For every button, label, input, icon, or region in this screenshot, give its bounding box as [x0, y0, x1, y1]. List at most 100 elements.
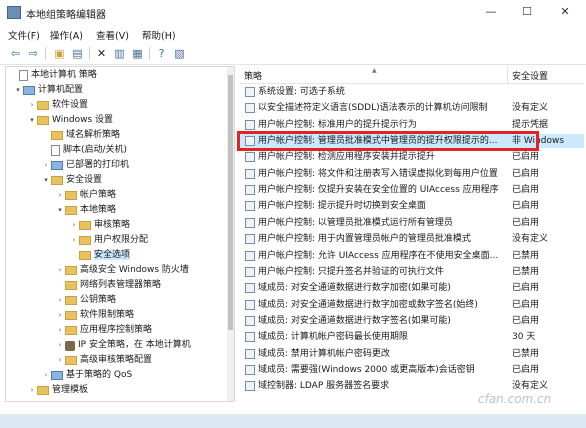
tree-item-windows-settings[interactable]: ▾ Windows 设置 [27, 114, 113, 127]
policy-row[interactable]: 域成员: 需要强(Windows 2000 或更高版本)会话密钥 已启用 [240, 363, 584, 377]
tree-item-qos[interactable]: › 基于策略的 QoS [41, 369, 132, 382]
menu-action[interactable]: 操作(A) [50, 28, 83, 42]
tree-item-computer-config[interactable]: ▾ 计算机配置 [13, 84, 83, 97]
tree-item-deployed-printers[interactable]: › 已部署的打印机 [41, 159, 129, 172]
expand-chevron-icon[interactable]: › [69, 219, 79, 232]
show-tree-icon[interactable]: ▤ [70, 46, 85, 61]
computer-icon [23, 86, 35, 95]
minimize-button[interactable]: — [474, 0, 508, 24]
collapse-chevron-icon[interactable]: ▾ [13, 84, 23, 97]
delete-icon[interactable]: ✕ [94, 46, 109, 61]
expand-chevron-icon[interactable]: › [55, 309, 65, 322]
policy-row[interactable]: 系统设置: 可选子系统 [240, 85, 584, 99]
menu-view[interactable]: 查看(V) [96, 28, 129, 42]
policy-icon [245, 103, 255, 114]
policy-row[interactable]: 用户帐户控制: 标准用户的提升提示行为 提示凭据 [240, 118, 584, 132]
folder-icon [79, 221, 91, 230]
up-folder-icon[interactable]: ▣ [52, 46, 67, 61]
policy-icon [245, 332, 255, 343]
console-tree: 本地计算机 策略 ▾ 计算机配置 › 软件设置 ▾ Windows 设置 域名解析策略… [5, 66, 235, 402]
policy-name: 域成员: 对安全通道数据进行数字加密(如果可能) [258, 283, 451, 294]
policy-icon [245, 217, 255, 228]
policy-setting: 没有定义 [512, 234, 549, 245]
policy-icon [245, 87, 255, 97]
folder-icon [65, 191, 77, 200]
tree-item-scripts[interactable]: 脚本(启动/关机) [41, 144, 127, 157]
policy-row[interactable]: 用户帐户控制: 将文件和注册表写入错误虚拟化到每用户位置 已启用 [240, 167, 584, 181]
qos-chart-icon [51, 371, 63, 380]
policy-row[interactable]: 域成员: 禁用计算机帐户密码更改 已禁用 [240, 347, 584, 361]
forward-arrow-icon[interactable]: ⇨ [26, 46, 41, 61]
policy-row[interactable]: 用户帐户控制: 检测应用程序安装并提示提升 已启用 [240, 150, 584, 164]
policy-row[interactable]: 域成员: 计算机帐户密码最长使用期限 30 天 [240, 330, 584, 344]
policy-name: 以安全描述符定义语言(SDDL)语法表示的计算机访问限制 [258, 103, 488, 114]
tree-item-security-settings[interactable]: ▾ 安全设置 [41, 174, 102, 187]
policy-row[interactable]: 用户帐户控制: 仅提升安装在安全位置的 UIAccess 应用程序 已启用 [240, 183, 584, 197]
tree-item-app-control[interactable]: › 应用程序控制策略 [55, 324, 152, 337]
export-list-icon[interactable]: ▦ [130, 46, 145, 61]
expand-chevron-icon[interactable]: › [41, 369, 51, 382]
policy-row[interactable]: 用户帐户控制: 提示提升时切换到安全桌面 已启用 [240, 199, 584, 213]
collapse-chevron-icon[interactable]: ▾ [27, 114, 37, 127]
tree-scrollbar-thumb[interactable] [228, 75, 233, 330]
collapse-chevron-icon[interactable]: ▾ [41, 174, 51, 187]
tree-item-public-key-policies[interactable]: › 公钥策略 [55, 294, 116, 307]
column-security-setting[interactable]: 安全设置 [512, 69, 548, 82]
tree-item-local-computer-policy[interactable]: 本地计算机 策略 [9, 69, 97, 82]
policy-row[interactable]: 用户帐户控制: 只提升签名并验证的可执行文件 已禁用 [240, 265, 584, 279]
expand-chevron-icon[interactable]: › [55, 294, 65, 307]
expand-chevron-icon[interactable]: › [55, 189, 65, 202]
policy-row[interactable]: 域成员: 对安全通道数据进行数字加密(如果可能) 已启用 [240, 281, 584, 295]
properties-icon[interactable]: ▥ [112, 46, 127, 61]
tree-item-account-policies[interactable]: › 帐户策略 [55, 189, 116, 202]
menu-help[interactable]: 帮助(H) [142, 28, 176, 42]
expand-chevron-icon[interactable]: › [55, 339, 65, 352]
expand-chevron-icon[interactable]: › [27, 99, 37, 112]
expand-chevron-icon[interactable]: › [41, 159, 51, 172]
view-icon[interactable]: ▧ [172, 46, 187, 61]
policy-row[interactable]: 用户帐户控制: 允许 UIAccess 应用程序在不使用安全桌面... 已禁用 [240, 249, 584, 263]
tree-item-software-settings[interactable]: › 软件设置 [27, 99, 88, 112]
tree-item-firewall[interactable]: › 高级安全 Windows 防火墙 [55, 264, 189, 277]
expand-chevron-icon[interactable]: › [69, 234, 79, 247]
policy-setting: 已启用 [512, 217, 540, 228]
expand-chevron-icon[interactable]: › [55, 354, 65, 367]
sort-arrow-icon: ▲ [372, 67, 377, 74]
tree-item-audit-policy[interactable]: › 审核策略 [69, 219, 130, 232]
tree-item-network-list-manager[interactable]: 网络列表管理器策略 [55, 279, 161, 292]
tree-item-advanced-audit[interactable]: › 高级审核策略配置 [55, 354, 152, 367]
tree-item-admin-templates[interactable]: › 管理模板 [27, 384, 88, 397]
policy-setting: 已启用 [512, 168, 540, 179]
policy-setting: 已禁用 [512, 348, 540, 359]
expand-chevron-icon[interactable]: › [55, 264, 65, 277]
column-headers: 策略 ▲ 安全设置 [240, 66, 584, 84]
maximize-button[interactable]: ☐ [510, 0, 544, 24]
tree-item-software-restriction[interactable]: › 软件限制策略 [55, 309, 134, 322]
policy-row[interactable]: 域成员: 对安全通道数据进行数字加密或数字签名(始终) 已启用 [240, 298, 584, 312]
back-arrow-icon[interactable]: ⇦ [8, 46, 23, 61]
folder-icon [65, 281, 77, 290]
tree-item-user-rights[interactable]: › 用户权限分配 [69, 234, 148, 247]
policy-name: 域控制器: LDAP 服务器签名要求 [258, 381, 390, 392]
tree-item-security-options[interactable]: 安全选项 [69, 249, 131, 262]
printer-icon [51, 161, 63, 170]
column-policy[interactable]: 策略 [244, 69, 262, 82]
close-button[interactable]: ✕ [548, 0, 582, 24]
policy-icon [245, 201, 255, 212]
policy-row[interactable]: 用户帐户控制: 用于内置管理员帐户的管理员批准模式 没有定义 [240, 232, 584, 246]
folder-open-icon [65, 206, 77, 215]
folder-icon [51, 131, 63, 140]
collapse-chevron-icon[interactable]: ▾ [55, 204, 65, 217]
menu-file[interactable]: 文件(F) [8, 28, 40, 42]
tree-item-name-resolution-policy[interactable]: 域名解析策略 [41, 129, 120, 142]
policy-row[interactable]: 用户帐户控制: 以管理员批准模式运行所有管理员 已启用 [240, 216, 584, 230]
security-icon [51, 176, 63, 185]
policy-row[interactable]: 域成员: 对安全通道数据进行数字签名(如果可能) 已启用 [240, 314, 584, 328]
tree-item-local-policies[interactable]: ▾ 本地策略 [55, 204, 116, 217]
expand-chevron-icon[interactable]: › [55, 324, 65, 337]
expand-chevron-icon[interactable]: › [27, 384, 37, 397]
tree-item-ip-security[interactable]: › IP 安全策略，在 本地计算机 [55, 339, 191, 352]
policy-icon [245, 152, 255, 163]
policy-row[interactable]: 以安全描述符定义语言(SDDL)语法表示的计算机访问限制 没有定义 [240, 101, 584, 115]
help-icon[interactable]: ? [154, 46, 169, 61]
